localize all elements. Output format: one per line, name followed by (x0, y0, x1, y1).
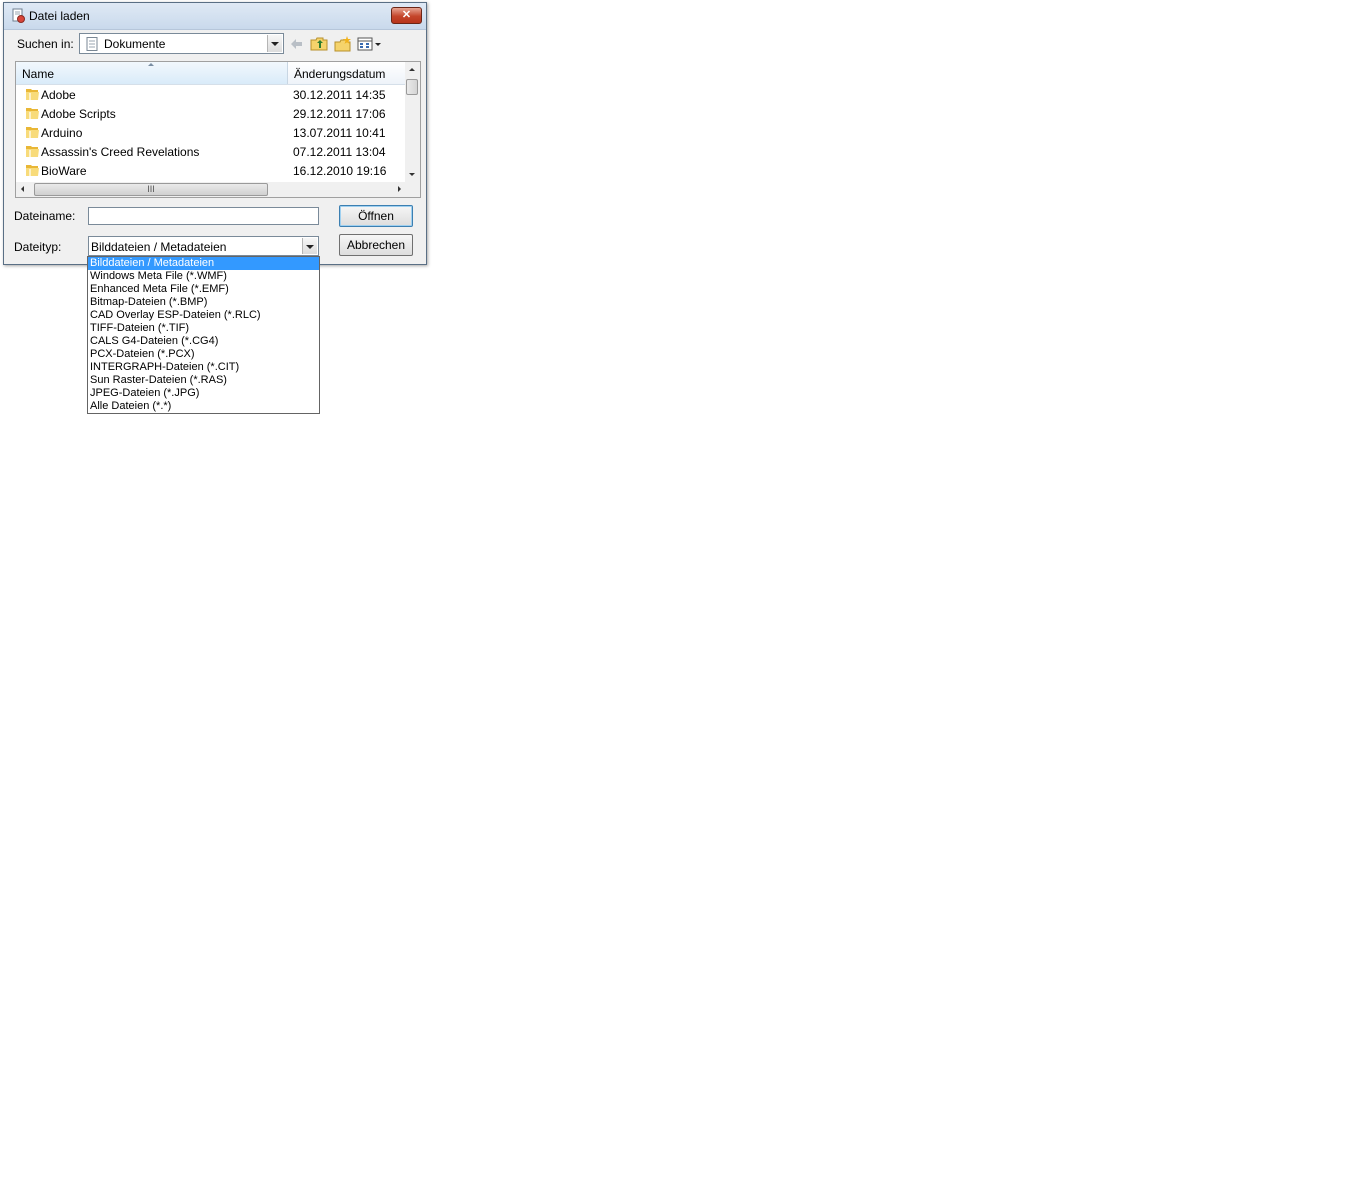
file-date: 29.12.2011 17:06 (293, 107, 386, 121)
list-item[interactable]: BioWare 16.12.2010 19:16 (16, 161, 407, 180)
documents-icon (86, 37, 98, 51)
window-title: Datei laden (29, 9, 90, 23)
title-bar[interactable]: Datei laden ✕ (4, 3, 426, 30)
scrollbar-corner (405, 182, 420, 197)
look-in-label: Suchen in: (17, 37, 74, 51)
file-list[interactable]: Name Änderungsdatum Adobe 30.12.2011 14:… (15, 61, 421, 198)
file-name: Adobe Scripts (41, 107, 116, 121)
filetype-option[interactable]: Enhanced Meta File (*.EMF) (88, 283, 319, 296)
list-item[interactable]: Arduino 13.07.2011 10:41 (16, 123, 407, 142)
filetype-option[interactable]: Windows Meta File (*.WMF) (88, 270, 319, 283)
vertical-scroll-thumb[interactable] (406, 79, 418, 95)
horizontal-scrollbar[interactable]: III (16, 182, 407, 197)
list-item[interactable]: Adobe Scripts 29.12.2011 17:06 (16, 104, 407, 123)
filetype-combo[interactable]: Bilddateien / Metadateien (88, 236, 319, 256)
horizontal-scroll-thumb[interactable]: III (34, 183, 268, 196)
column-name-label: Name (22, 67, 55, 81)
column-date-label: Änderungsdatum (294, 67, 386, 81)
list-item[interactable]: Assassin's Creed Revelations 07.12.2011 … (16, 142, 407, 161)
filetype-label: Dateityp: (14, 240, 62, 254)
folder-icon (26, 165, 39, 176)
file-name: Adobe (41, 88, 76, 102)
up-folder-icon[interactable] (310, 36, 328, 52)
look-in-value: Dokumente (104, 37, 166, 51)
filetype-option[interactable]: Sun Raster-Dateien (*.RAS) (88, 374, 319, 387)
folder-icon (26, 127, 39, 138)
file-open-icon (12, 8, 25, 23)
file-date: 30.12.2011 14:35 (293, 88, 386, 102)
file-date: 13.07.2011 10:41 (293, 126, 386, 140)
filetype-option[interactable]: Bitmap-Dateien (*.BMP) (88, 296, 319, 309)
folder-icon (26, 108, 39, 119)
close-button[interactable]: ✕ (391, 7, 422, 24)
file-date: 07.12.2011 13:04 (293, 145, 386, 159)
filetype-option[interactable]: CAD Overlay ESP-Dateien (*.RLC) (88, 309, 319, 322)
new-folder-icon[interactable] (334, 36, 352, 52)
filetype-option[interactable]: Bilddateien / Metadateien (88, 257, 319, 270)
file-name: BioWare (41, 164, 87, 178)
filetype-dropdown-list[interactable]: Bilddateien / Metadateien Windows Meta F… (87, 256, 320, 414)
scroll-up-icon[interactable] (405, 62, 420, 77)
chevron-down-icon[interactable] (302, 238, 317, 254)
view-menu-icon[interactable] (357, 36, 383, 52)
vertical-scrollbar[interactable] (405, 62, 420, 182)
back-arrow-icon[interactable] (287, 36, 305, 52)
filetype-option[interactable]: CALS G4-Dateien (*.CG4) (88, 335, 319, 348)
column-header-name[interactable]: Name (16, 62, 288, 84)
folder-icon (26, 146, 39, 157)
sort-ascending-icon (148, 63, 154, 66)
filetype-value: Bilddateien / Metadateien (91, 240, 227, 254)
filetype-option[interactable]: JPEG-Dateien (*.JPG) (88, 387, 319, 400)
list-header: Name Änderungsdatum (16, 62, 407, 85)
filename-input[interactable] (88, 207, 319, 225)
open-button[interactable]: Öffnen (339, 205, 413, 227)
column-header-date[interactable]: Änderungsdatum (288, 62, 407, 84)
file-open-dialog: Datei laden ✕ Suchen in: Dokumente Name … (3, 2, 427, 265)
file-name: Assassin's Creed Revelations (41, 145, 200, 159)
scroll-left-icon[interactable] (16, 182, 31, 197)
file-name: Arduino (41, 126, 83, 140)
filetype-option[interactable]: TIFF-Dateien (*.TIF) (88, 322, 319, 335)
filetype-option[interactable]: Alle Dateien (*.*) (88, 400, 319, 413)
cancel-button[interactable]: Abbrechen (339, 234, 413, 256)
look-in-combo[interactable]: Dokumente (79, 33, 284, 54)
filetype-option[interactable]: PCX-Dateien (*.PCX) (88, 348, 319, 361)
file-date: 16.12.2010 19:16 (293, 164, 387, 178)
scroll-down-icon[interactable] (405, 167, 420, 182)
list-item[interactable]: Adobe 30.12.2011 14:35 (16, 85, 407, 104)
folder-icon (26, 89, 39, 100)
filename-label: Dateiname: (14, 209, 76, 223)
filetype-option[interactable]: INTERGRAPH-Dateien (*.CIT) (88, 361, 319, 374)
chevron-down-icon[interactable] (267, 35, 282, 52)
